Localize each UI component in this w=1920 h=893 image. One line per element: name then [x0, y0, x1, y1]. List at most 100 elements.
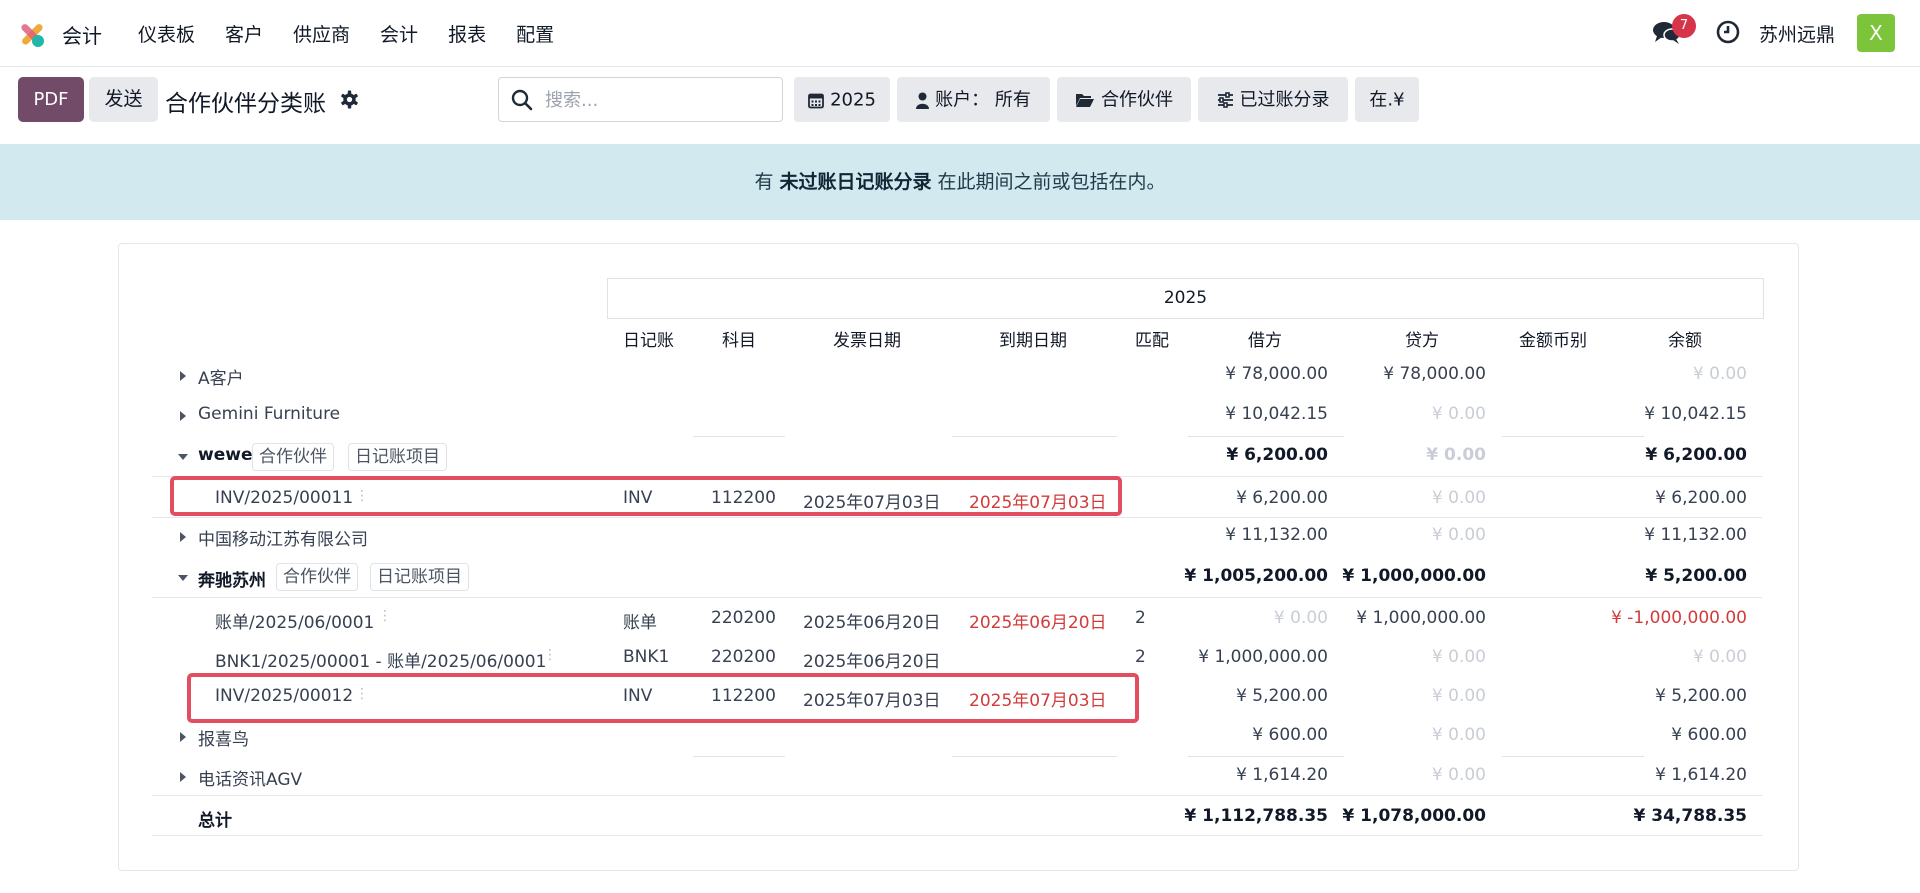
- partner-name[interactable]: wewe: [198, 445, 252, 465]
- alert-prefix: 有: [754, 171, 780, 193]
- col-journal[interactable]: 日记账: [623, 326, 674, 351]
- journal-items-tag[interactable]: 日记账项目: [370, 563, 469, 591]
- period-column-header: 2025: [607, 278, 1764, 319]
- credit-value: ¥ 0.00: [1431, 686, 1486, 706]
- accounts-filter-button[interactable]: 账户： 所有: [897, 77, 1050, 122]
- matching-number[interactable]: 2: [1135, 647, 1146, 667]
- partner-name[interactable]: Gemini Furniture: [198, 404, 340, 424]
- col-debit[interactable]: 借方: [1248, 326, 1282, 351]
- cell-underline: [1502, 436, 1644, 437]
- journal-code: BNK1: [623, 647, 670, 667]
- cell-underline: [1188, 756, 1344, 757]
- entry-name[interactable]: 账单/2025/06/0001: [215, 608, 374, 633]
- menu-configuration[interactable]: 配置: [516, 20, 554, 47]
- partner-tag[interactable]: 合作伙伴: [252, 443, 334, 471]
- partner-name[interactable]: A客户: [198, 364, 244, 389]
- period-filter-button[interactable]: 2025: [794, 77, 890, 122]
- sliders-icon: [1217, 92, 1233, 108]
- collapse-caret-icon[interactable]: [178, 454, 188, 460]
- menu-accounting[interactable]: 会计: [380, 20, 418, 47]
- expand-caret-icon[interactable]: [180, 772, 186, 782]
- app-logo-icon[interactable]: [16, 18, 48, 50]
- expand-caret-icon[interactable]: [180, 732, 186, 742]
- expand-caret-icon[interactable]: [180, 371, 186, 381]
- alert-suffix: 在此期间之前或包括在内。: [931, 171, 1166, 193]
- folder-open-icon: [1076, 94, 1094, 107]
- total-debit: ¥ 1,112,788.35: [1184, 806, 1328, 826]
- company-switcher[interactable]: 苏州远鼎: [1759, 20, 1835, 47]
- debit-value: ¥ 1,005,200.00: [1184, 566, 1328, 586]
- col-amount-currency[interactable]: 金额币别: [1519, 326, 1587, 351]
- partner-tag[interactable]: 合作伙伴: [276, 563, 358, 591]
- user-icon: [916, 92, 930, 109]
- calendar-icon: [808, 93, 824, 108]
- control-panel: PDF 发送 合作伙伴分类账 2025 账户： 所有: [0, 66, 1920, 144]
- total-label: 总计: [198, 811, 232, 831]
- partner-filter-label: 合作伙伴: [1101, 89, 1173, 111]
- invoice-date: 2025年06月20日: [803, 652, 941, 672]
- journal-code: 账单: [623, 613, 657, 633]
- app-name[interactable]: 会计: [62, 20, 102, 49]
- row-menu-icon[interactable]: ⋮: [543, 647, 557, 663]
- balance-value: ¥ -1,000,000.00: [1611, 608, 1747, 628]
- account-code: 220200: [711, 647, 776, 667]
- credit-value: ¥ 0.00: [1426, 445, 1486, 465]
- journal-items-tag[interactable]: 日记账项目: [348, 443, 447, 471]
- menu-customers[interactable]: 客户: [225, 20, 263, 47]
- debit-value: ¥ 10,042.15: [1225, 404, 1328, 424]
- clock-icon[interactable]: [1716, 20, 1740, 44]
- partner-name[interactable]: 电话资讯AGV: [198, 765, 302, 790]
- col-balance[interactable]: 余额: [1668, 326, 1702, 351]
- page-title: 合作伙伴分类账: [165, 91, 326, 117]
- entry-name[interactable]: BNK1/2025/00001 - 账单/2025/06/0001: [215, 647, 546, 672]
- cell-underline: [952, 436, 1117, 437]
- expand-caret-icon[interactable]: [180, 411, 186, 421]
- partner-name[interactable]: 奔驰苏州: [198, 566, 266, 591]
- pdf-button[interactable]: PDF: [18, 77, 84, 122]
- collapse-caret-icon[interactable]: [178, 575, 188, 581]
- cell-underline: [1188, 436, 1344, 437]
- debit-value: ¥ 600.00: [1252, 725, 1328, 745]
- user-avatar[interactable]: X: [1857, 14, 1895, 52]
- top-navbar: 会计 仪表板 客户 供应商 会计 报表 配置 7 苏州远鼎 X: [0, 0, 1920, 67]
- expand-caret-icon[interactable]: [180, 532, 186, 542]
- debit-value: ¥ 6,200.00: [1226, 445, 1328, 465]
- credit-value: ¥ 1,000,000.00: [1356, 608, 1486, 628]
- gear-icon[interactable]: [340, 90, 359, 109]
- balance-value: ¥ 5,200.00: [1655, 686, 1747, 706]
- col-account[interactable]: 科目: [722, 326, 756, 351]
- partner-name[interactable]: 报喜鸟: [198, 725, 249, 750]
- invoice-date: 2025年06月20日: [803, 613, 941, 633]
- row-divider: [152, 517, 1762, 518]
- col-matching[interactable]: 匹配: [1135, 326, 1169, 351]
- partner-name[interactable]: 中国移动江苏有限公司: [198, 525, 368, 550]
- unposted-entries-link[interactable]: 未过账日记账分录: [779, 171, 931, 193]
- col-due-date[interactable]: 到期日期: [999, 326, 1067, 351]
- send-button[interactable]: 发送: [89, 77, 158, 122]
- balance-value: ¥ 6,200.00: [1655, 488, 1747, 508]
- search-bar[interactable]: [498, 77, 783, 122]
- col-invoice-date[interactable]: 发票日期: [833, 326, 901, 351]
- debit-value: ¥ 0.00: [1273, 608, 1328, 628]
- row-divider: [152, 795, 1762, 796]
- search-input[interactable]: [543, 84, 777, 116]
- message-count-badge: 7: [1672, 14, 1696, 38]
- menu-vendors[interactable]: 供应商: [293, 20, 350, 47]
- currency-filter-button[interactable]: 在.¥: [1355, 77, 1419, 122]
- menu-reporting[interactable]: 报表: [448, 20, 486, 47]
- credit-value: ¥ 0.00: [1431, 647, 1486, 667]
- col-credit[interactable]: 贷方: [1405, 326, 1439, 351]
- matching-number[interactable]: 2: [1135, 608, 1146, 628]
- total-credit: ¥ 1,078,000.00: [1342, 806, 1486, 826]
- posted-entries-filter-button[interactable]: 已过账分录: [1198, 77, 1348, 122]
- row-menu-icon[interactable]: ⋮: [378, 608, 392, 624]
- currency-filter-label: 在.¥: [1369, 89, 1405, 111]
- partner-filter-button[interactable]: 合作伙伴: [1057, 77, 1191, 122]
- menu-dashboard[interactable]: 仪表板: [138, 20, 195, 47]
- unposted-entries-alert: 有 未过账日记账分录 在此期间之前或包括在内。: [0, 144, 1920, 220]
- cell-underline: [693, 436, 785, 437]
- balance-value: ¥ 600.00: [1671, 725, 1747, 745]
- cell-underline: [1502, 756, 1644, 757]
- debit-value: ¥ 1,000,000.00: [1198, 647, 1328, 667]
- period-filter-label: 2025: [830, 89, 876, 111]
